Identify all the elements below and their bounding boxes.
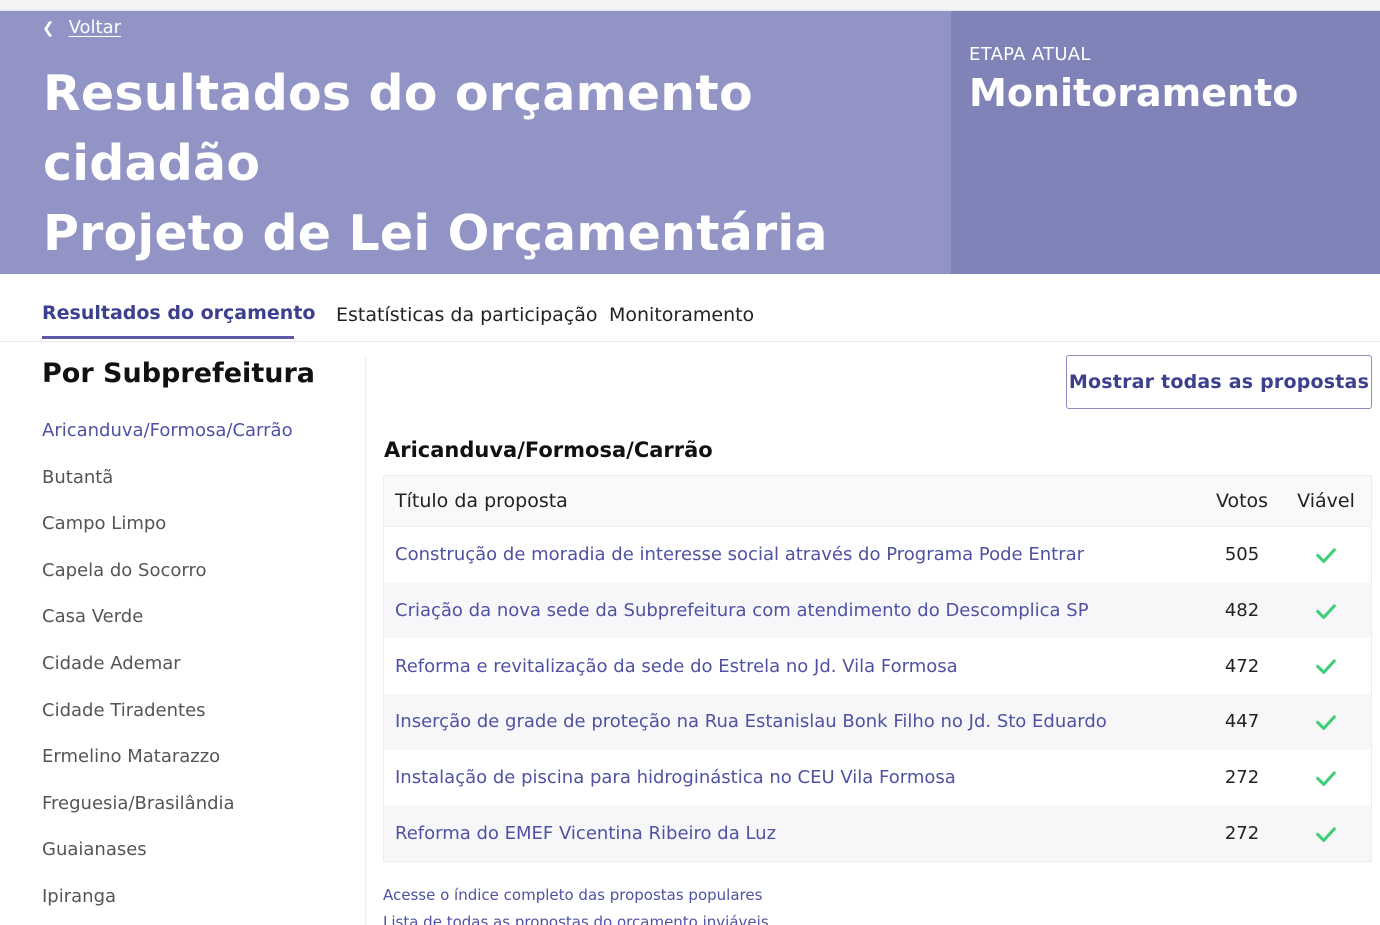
unviable-proposals-link[interactable]: Lista de todas as propostas do orçamento… [383, 913, 769, 925]
proposal-link[interactable]: Reforma do EMEF Vicentina Ribeiro da Luz [395, 823, 776, 844]
show-all-proposals-button[interactable]: Mostrar todas as propostas [1066, 355, 1372, 409]
table-row: Inserção de grade de proteção na Rua Est… [384, 694, 1371, 750]
sidebar-item-cidade-tiradentes[interactable]: Cidade Tiradentes [42, 700, 293, 747]
top-strip [0, 0, 1380, 11]
table-row: Reforma do EMEF Vicentina Ribeiro da Luz… [384, 805, 1371, 862]
proposal-link[interactable]: Instalação de piscina para hidroginástic… [395, 767, 956, 788]
tab-monitoramento[interactable]: Monitoramento [609, 304, 754, 326]
vote-count: 505 [1224, 544, 1260, 566]
page-title-line: Resultados do orçamento cidadão [43, 65, 753, 192]
check-icon [1316, 659, 1336, 675]
check-icon [1316, 771, 1336, 786]
section-title: Aricanduva/Formosa/Carrão [384, 438, 713, 462]
subprefeitura-list: Aricanduva/Formosa/Carrão Butantã Campo … [42, 420, 293, 925]
table-row: Criação da nova sede da Subprefeitura co… [384, 582, 1371, 639]
sidebar-title: Por Subprefeitura [42, 358, 315, 389]
vote-count: 272 [1224, 767, 1260, 789]
check-icon [1316, 548, 1336, 564]
page-title-line: Projeto de Lei Orçamentária [43, 205, 828, 262]
column-header-title: Título da proposta [395, 490, 568, 512]
proposal-link[interactable]: Criação da nova sede da Subprefeitura co… [395, 600, 1089, 621]
current-stage-label: ETAPA ATUAL [969, 44, 1091, 65]
table-header-row: Título da proposta Votos Viável [384, 476, 1371, 527]
back-link-label: Voltar [68, 17, 121, 38]
vote-count: 472 [1224, 655, 1260, 677]
sidebar-item-freguesia-brasilandia[interactable]: Freguesia/Brasilândia [42, 793, 293, 840]
table-row: Construção de moradia de interesse socia… [384, 527, 1371, 583]
sidebar-item-ipiranga[interactable]: Ipiranga [42, 886, 293, 925]
table-row: Reforma e revitalização da sede do Estre… [384, 638, 1371, 694]
active-tab-indicator [42, 336, 294, 339]
table-row: Instalação de piscina para hidroginástic… [384, 750, 1371, 806]
column-header-votes: Votos [1215, 490, 1269, 512]
chevron-left-icon: ❮ [42, 18, 55, 37]
tab-resultados[interactable]: Resultados do orçamento [42, 302, 315, 324]
header-title-panel: ❮ Voltar Resultados do orçamento cidadão… [0, 11, 951, 332]
vote-count: 447 [1224, 711, 1260, 733]
sidebar-item-campo-limpo[interactable]: Campo Limpo [42, 513, 293, 560]
tab-bar: Resultados do orçamento Estatísticas da … [0, 274, 1380, 342]
proposal-link[interactable]: Inserção de grade de proteção na Rua Est… [395, 711, 1107, 732]
sidebar-item-capela-do-socorro[interactable]: Capela do Socorro [42, 560, 293, 607]
full-index-link[interactable]: Acesse o índice completo das propostas p… [383, 886, 762, 904]
back-link[interactable]: ❮ Voltar [42, 17, 121, 38]
vote-count: 482 [1224, 600, 1260, 622]
column-divider [365, 356, 366, 925]
sidebar-item-guaianases[interactable]: Guaianases [42, 839, 293, 886]
sidebar-item-casa-verde[interactable]: Casa Verde [42, 606, 293, 653]
proposal-link[interactable]: Reforma e revitalização da sede do Estre… [395, 656, 958, 677]
sidebar-item-aricanduva[interactable]: Aricanduva/Formosa/Carrão [42, 420, 293, 467]
tab-estatisticas[interactable]: Estatísticas da participação [336, 304, 598, 326]
current-stage-panel: ETAPA ATUAL Monitoramento [951, 11, 1380, 274]
column-header-viable: Viável [1297, 490, 1355, 512]
sidebar-item-butanta[interactable]: Butantã [42, 467, 293, 514]
current-stage-value: Monitoramento [969, 71, 1299, 115]
vote-count: 272 [1224, 822, 1260, 844]
check-icon [1316, 715, 1336, 731]
sidebar-item-ermelino-matarazzo[interactable]: Ermelino Matarazzo [42, 746, 293, 793]
page-header: ❮ Voltar Resultados do orçamento cidadão… [0, 11, 1380, 332]
proposal-link[interactable]: Construção de moradia de interesse socia… [395, 544, 1084, 565]
check-icon [1316, 826, 1336, 842]
sidebar-item-cidade-ademar[interactable]: Cidade Ademar [42, 653, 293, 700]
check-icon [1316, 604, 1336, 619]
proposals-table: Título da proposta Votos Viável Construç… [383, 475, 1372, 863]
